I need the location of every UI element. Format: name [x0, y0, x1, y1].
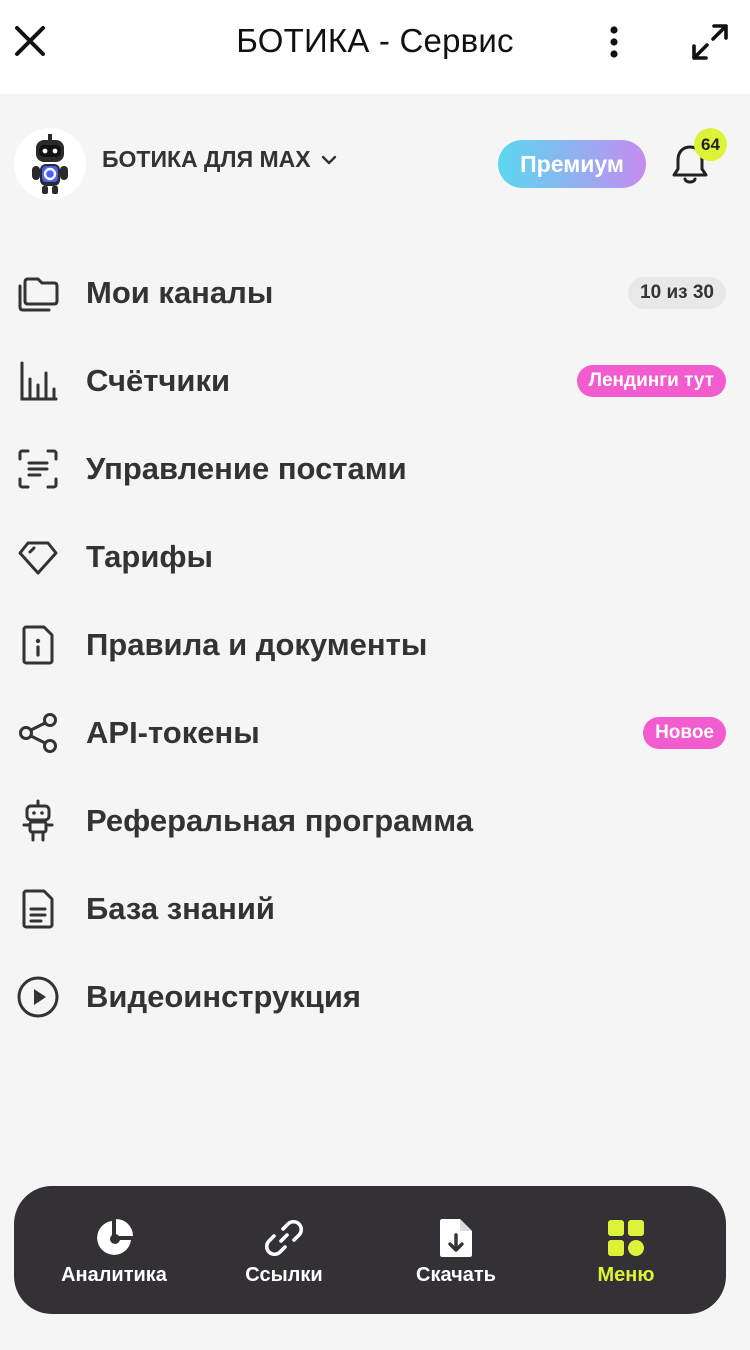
menu-item-label: Реферальная программа — [86, 803, 474, 838]
menu-item-label: Тарифы — [86, 539, 213, 574]
menu-item-knowledge-base[interactable]: База знаний — [0, 865, 750, 953]
file-download-icon — [440, 1219, 472, 1257]
menu-item-channels[interactable]: Мои каналы 10 из 30 — [0, 249, 750, 337]
more-button[interactable] — [598, 22, 630, 62]
premium-button[interactable]: Премиум — [498, 140, 646, 188]
top-bar: БОТИКА - Сервис — [0, 0, 750, 94]
new-badge: Новое — [643, 717, 726, 749]
robot-icon — [22, 799, 54, 842]
account-row: БОТИКА ДЛЯ MAX Премиум — [0, 94, 750, 234]
menu-item-referral[interactable]: Реферальная программа — [0, 777, 750, 865]
notifications-badge: 64 — [694, 128, 727, 161]
robot-avatar-icon — [32, 134, 68, 194]
menu-item-label: Счётчики — [86, 363, 231, 398]
grid-icon — [608, 1220, 644, 1256]
nav-label: Меню — [597, 1264, 655, 1286]
menu-item-label: База знаний — [86, 891, 275, 926]
nav-label: Скачать — [416, 1264, 496, 1286]
chevron-down-icon — [321, 155, 336, 164]
info-document-icon — [22, 625, 54, 665]
bottom-nav: Аналитика Ссылки Скачать Меню — [14, 1186, 726, 1314]
nav-label: Аналитика — [61, 1264, 167, 1286]
account-name: БОТИКА ДЛЯ MAX — [102, 146, 311, 172]
more-vertical-icon — [610, 26, 618, 58]
menu-item-video-guide[interactable]: Видеоинструкция — [0, 953, 750, 1041]
document-icon — [22, 889, 54, 929]
scan-text-icon — [18, 449, 58, 489]
menu-item-posts[interactable]: Управление постами — [0, 425, 750, 513]
nav-analytics[interactable]: Аналитика — [25, 1186, 203, 1314]
menu-item-label: Правила и документы — [86, 627, 428, 662]
menu-item-label: Видеоинструкция — [86, 979, 361, 1014]
bar-chart-icon — [20, 361, 58, 401]
expand-icon — [692, 24, 728, 60]
menu-item-api-tokens[interactable]: API-токены Новое — [0, 689, 750, 777]
menu-item-tariffs[interactable]: Тарифы — [0, 513, 750, 601]
page-title: БОТИКА - Сервис — [236, 22, 514, 59]
menu-item-label: Мои каналы — [86, 275, 274, 310]
nav-label: Ссылки — [245, 1264, 323, 1286]
menu-item-label: Управление постами — [86, 451, 407, 486]
play-circle-icon — [17, 976, 59, 1018]
avatar[interactable] — [14, 128, 86, 200]
nav-download[interactable]: Скачать — [367, 1186, 545, 1314]
link-icon — [264, 1219, 304, 1257]
channels-count-badge: 10 из 30 — [628, 277, 726, 309]
nav-links[interactable]: Ссылки — [195, 1186, 373, 1314]
menu-item-label: API-токены — [86, 715, 260, 750]
landings-badge: Лендинги тут — [576, 365, 726, 397]
pie-chart-icon — [97, 1219, 133, 1255]
nav-menu[interactable]: Меню — [537, 1186, 715, 1314]
menu-item-counters[interactable]: Счётчики Лендинги тут — [0, 337, 750, 425]
menu-item-rules[interactable]: Правила и документы — [0, 601, 750, 689]
diamond-icon — [18, 541, 58, 575]
share-icon — [19, 713, 57, 753]
expand-button[interactable] — [688, 20, 732, 64]
folders-icon — [18, 277, 59, 312]
account-switcher[interactable]: БОТИКА ДЛЯ MAX — [102, 146, 337, 173]
